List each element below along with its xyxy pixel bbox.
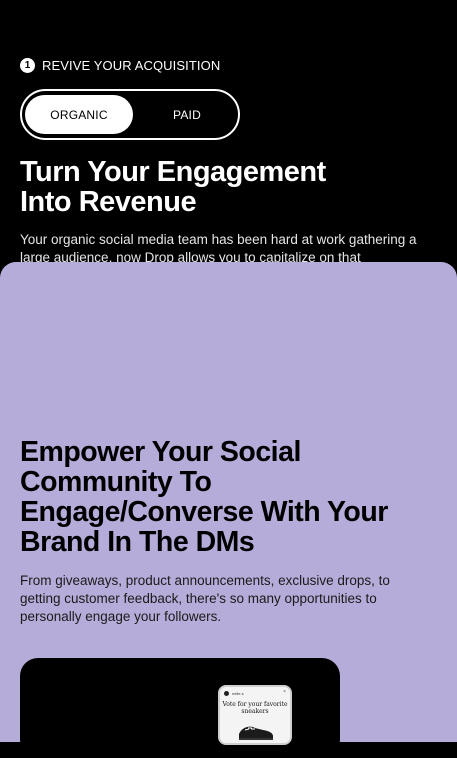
feature-body: From giveaways, product announcements, e… — [20, 573, 390, 624]
toggle-option-organic[interactable]: ORGANIC — [25, 95, 133, 134]
step-label: REVIVE YOUR ACQUISITION — [42, 58, 221, 73]
story-handle: nelle.s — [232, 691, 244, 696]
story-text: Vote for your favorite sneakers — [222, 701, 288, 715]
close-icon: × — [283, 689, 286, 695]
preview-card: nelle.s × Vote for your favorite sneaker… — [20, 658, 340, 758]
story-header: nelle.s — [224, 691, 244, 696]
phone-preview: nelle.s × Vote for your favorite sneaker… — [218, 685, 292, 745]
feature-headline: Empower Your Social Community To Engage/… — [20, 436, 388, 558]
acquisition-toggle: ORGANIC PAID — [20, 89, 240, 140]
sneaker-icon — [239, 726, 273, 740]
section-headline: Turn Your Engagement Into Revenue — [20, 156, 326, 218]
avatar-icon — [224, 691, 229, 696]
step-number-badge: 1 — [20, 58, 35, 73]
section-step: 1 REVIVE YOUR ACQUISITION — [20, 58, 220, 73]
feature-card: Empower Your Social Community To Engage/… — [0, 262, 457, 758]
toggle-option-paid[interactable]: PAID — [133, 95, 241, 134]
